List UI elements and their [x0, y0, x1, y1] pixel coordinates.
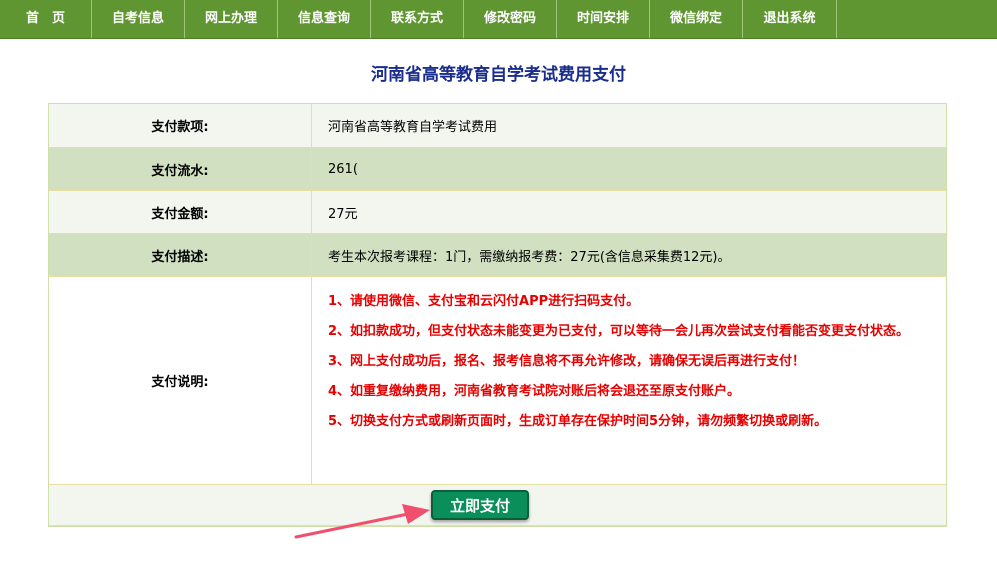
nav-home[interactable]: 首 页 [0, 0, 92, 38]
row-payment-amount: 支付金额: 27元 [49, 191, 946, 234]
nav-logout[interactable]: 退出系统 [743, 0, 837, 38]
nav-info-query[interactable]: 信息查询 [278, 0, 371, 38]
value-payment-amount: 27元 [328, 206, 358, 222]
label-payment-item: 支付款项: [49, 104, 312, 147]
note-line: 2、如扣款成功，但支付状态未能变更为已支付，可以等待一会儿再次尝试支付看能否变更… [328, 324, 910, 339]
pay-now-button[interactable]: 立即支付 [431, 490, 529, 520]
payment-notes: 1、请使用微信、支付宝和云闪付APP进行扫码支付。 2、如扣款成功，但支付状态未… [312, 277, 946, 484]
payment-table: 支付款项: 河南省高等教育自学考试费用 支付流水: 261( 支付金额: 27元… [48, 103, 947, 527]
label-payment-serial: 支付流水: [49, 148, 312, 190]
nav-wechat-binding[interactable]: 微信绑定 [650, 0, 743, 38]
note-line: 5、切换支付方式或刷新页面时，生成订单存在保护时间5分钟，请勿频繁切换或刷新。 [328, 414, 828, 429]
row-payment-notes: 支付说明: 1、请使用微信、支付宝和云闪付APP进行扫码支付。 2、如扣款成功，… [49, 277, 946, 485]
note-line: 1、请使用微信、支付宝和云闪付APP进行扫码支付。 [328, 294, 640, 309]
pointer-arrow-icon [294, 504, 430, 539]
nav-exam-info[interactable]: 自考信息 [92, 0, 185, 38]
nav-online-services[interactable]: 网上办理 [185, 0, 278, 38]
label-payment-notes: 支付说明: [49, 277, 312, 484]
page-title: 河南省高等教育自学考试费用支付 [371, 65, 626, 85]
nav-schedule[interactable]: 时间安排 [557, 0, 650, 38]
top-nav: 首 页 自考信息 网上办理 信息查询 联系方式 修改密码 时间安排 微信绑定 退… [0, 0, 997, 39]
note-line: 4、如重复缴纳费用，河南省教育考试院对账后将会退还至原支付账户。 [328, 384, 741, 399]
row-payment-serial: 支付流水: 261( [49, 148, 946, 191]
nav-change-password[interactable]: 修改密码 [464, 0, 557, 38]
value-payment-serial: 261( [328, 161, 358, 177]
row-payment-description: 支付描述: 考生本次报考课程：1门，需缴纳报考费：27元(含信息采集费12元)。 [49, 234, 946, 277]
note-line: 3、网上支付成功后，报名、报考信息将不再允许修改，请确保无误后再进行支付！ [328, 354, 806, 369]
label-payment-amount: 支付金额: [49, 191, 312, 233]
row-pay-button: 立即支付 [49, 485, 946, 526]
value-payment-description: 考生本次报考课程：1门，需缴纳报考费：27元(含信息采集费12元)。 [328, 249, 731, 265]
label-payment-description: 支付描述: [49, 234, 312, 276]
nav-contact[interactable]: 联系方式 [371, 0, 464, 38]
value-payment-item: 河南省高等教育自学考试费用 [328, 120, 498, 135]
row-payment-item: 支付款项: 河南省高等教育自学考试费用 [49, 104, 946, 148]
